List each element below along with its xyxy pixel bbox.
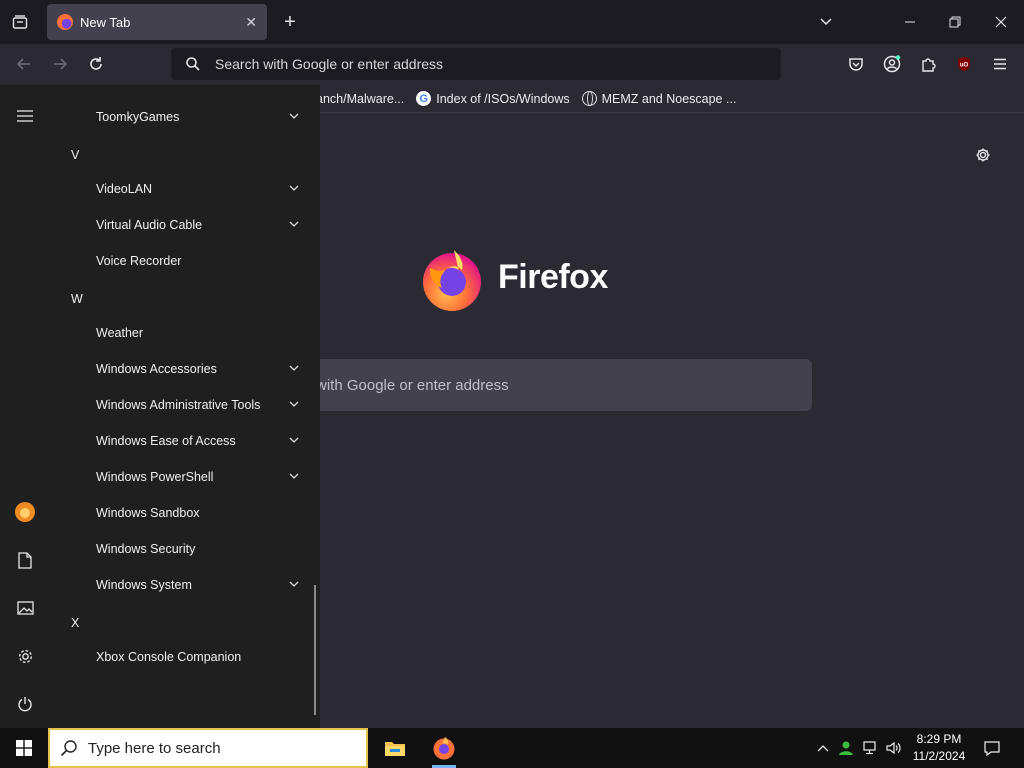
bookmark-label: Index of /ISOs/Windows <box>436 91 570 106</box>
taskbar: Type here to search 8:29 PM 11/2/2024 <box>0 728 1024 768</box>
people-icon[interactable] <box>836 728 856 768</box>
firefox-icon <box>433 737 455 760</box>
power-icon[interactable] <box>13 692 37 716</box>
address-bar[interactable]: Search with Google or enter address <box>171 48 781 80</box>
app-list-letter-header[interactable]: V <box>71 148 79 162</box>
list-all-tabs-icon[interactable] <box>816 12 836 32</box>
pictures-icon[interactable] <box>13 596 37 620</box>
app-list-item[interactable]: Weather <box>96 326 143 340</box>
tab-overview-icon[interactable] <box>10 12 30 32</box>
extensions-icon[interactable] <box>918 54 938 74</box>
hamburger-icon[interactable] <box>13 104 37 128</box>
tab-new-tab[interactable]: New Tab ✕ <box>47 4 267 40</box>
chevron-down-icon[interactable] <box>288 578 300 590</box>
navigation-toolbar: Search with Google or enter address uO <box>0 44 1024 85</box>
app-list-item[interactable]: Windows Sandbox <box>96 506 200 520</box>
app-list-item[interactable]: ToomkyGames <box>96 110 179 124</box>
chevron-down-icon[interactable] <box>288 434 300 446</box>
start-rail <box>0 85 50 728</box>
content-search-box[interactable]: with Google or enter address <box>300 359 812 411</box>
globe-icon <box>581 91 597 106</box>
app-list-letter-header[interactable]: W <box>71 292 83 306</box>
minimize-icon[interactable] <box>900 12 920 32</box>
app-list-item[interactable]: VideoLAN <box>96 182 152 196</box>
bookmark-item[interactable]: G Index of /ISOs/Windows <box>416 91 570 106</box>
firefox-taskbar-button[interactable] <box>420 728 468 768</box>
content-search-placeholder: with Google or enter address <box>316 376 509 394</box>
taskbar-search-placeholder: Type here to search <box>88 739 221 757</box>
chevron-down-icon[interactable] <box>288 218 300 230</box>
chevron-down-icon[interactable] <box>288 398 300 410</box>
app-list-letter-header[interactable]: X <box>71 616 79 630</box>
close-tab-icon[interactable]: ✕ <box>245 14 257 31</box>
gear-icon[interactable] <box>973 145 993 165</box>
chevron-down-icon[interactable] <box>288 110 300 122</box>
bookmark-item[interactable]: anch/Malware... <box>316 92 404 106</box>
search-icon <box>60 740 77 757</box>
ublock-origin-icon[interactable]: uO <box>954 54 974 74</box>
forward-icon[interactable] <box>50 54 70 74</box>
app-list-item[interactable]: Virtual Audio Cable <box>96 218 202 232</box>
app-list-item[interactable]: Windows Accessories <box>96 362 217 376</box>
pocket-icon[interactable] <box>846 54 866 74</box>
windows-logo-icon <box>16 740 32 756</box>
restore-icon[interactable] <box>945 12 965 32</box>
documents-icon[interactable] <box>13 548 37 572</box>
show-hidden-icons-icon[interactable] <box>814 728 832 768</box>
close-window-icon[interactable] <box>991 12 1011 32</box>
app-list-item[interactable]: Voice Recorder <box>96 254 181 268</box>
bookmark-label: MEMZ and Noescape ... <box>601 91 737 106</box>
chevron-down-icon[interactable] <box>288 362 300 374</box>
app-list-item[interactable]: Windows Security <box>96 542 195 556</box>
app-list-item[interactable]: Xbox Console Companion <box>96 650 241 664</box>
firefox-tab-icon <box>57 14 73 30</box>
chevron-down-icon[interactable] <box>288 182 300 194</box>
tab-title: New Tab <box>80 14 131 30</box>
taskbar-search-box[interactable]: Type here to search <box>48 728 368 768</box>
clock-time: 8:29 PM <box>916 732 962 746</box>
reload-icon[interactable] <box>86 54 106 74</box>
chevron-down-icon[interactable] <box>288 470 300 482</box>
search-icon <box>186 57 200 71</box>
app-list-item[interactable]: Windows PowerShell <box>96 470 213 484</box>
file-explorer-taskbar-button[interactable] <box>371 728 419 768</box>
app-list-item[interactable]: Windows Ease of Access <box>96 434 236 448</box>
new-tab-icon[interactable]: + <box>280 11 300 33</box>
user-avatar-icon[interactable] <box>13 500 37 524</box>
app-list-item[interactable]: Windows Administrative Tools <box>96 398 260 412</box>
account-icon[interactable] <box>882 54 902 74</box>
notifications-icon[interactable] <box>980 728 1004 768</box>
start-menu: ToomkyGames V VideoLAN Virtual Audio Cab… <box>0 85 320 728</box>
app-list-item[interactable]: Windows System <box>96 578 192 592</box>
bookmark-item[interactable]: MEMZ and Noescape ... <box>581 91 737 106</box>
google-icon: G <box>416 91 432 106</box>
folder-icon <box>385 742 405 756</box>
start-button[interactable] <box>0 728 48 768</box>
clock-date: 11/2/2024 <box>912 749 966 763</box>
settings-icon[interactable] <box>13 644 37 668</box>
tab-strip: New Tab ✕ + <box>0 0 1024 44</box>
app-menu-icon[interactable] <box>990 54 1010 74</box>
back-icon[interactable] <box>14 54 34 74</box>
address-placeholder: Search with Google or enter address <box>215 56 444 72</box>
firefox-wordmark: Firefox <box>498 258 608 296</box>
network-icon[interactable] <box>860 728 882 768</box>
svg-text:uO: uO <box>960 63 969 69</box>
firefox-logo-icon <box>423 250 481 311</box>
bookmark-label: anch/Malware... <box>316 91 405 106</box>
start-menu-scrollbar[interactable] <box>314 585 316 715</box>
clock[interactable]: 8:29 PM 11/2/2024 <box>900 731 978 765</box>
